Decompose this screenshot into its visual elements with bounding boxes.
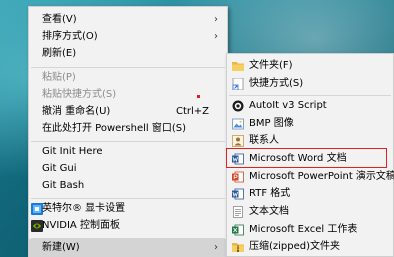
new-item-folder[interactable]: 文件夹(F)	[227, 57, 393, 75]
chevron-right-icon: ›	[214, 14, 218, 25]
new-item-text-document[interactable]: 文本文档	[227, 203, 393, 221]
submenu-item-label: BMP 图像	[249, 118, 294, 129]
menu-item-nvidia-control-panel[interactable]: NVIDIA 控制面板	[29, 217, 227, 235]
new-item-contact[interactable]: 联系人	[227, 132, 393, 150]
annotation-dot	[197, 95, 200, 98]
menu-item-paste[interactable]: 粘贴(P)	[29, 69, 227, 87]
new-item-powerpoint-presentation[interactable]: Microsoft PowerPoint 演示文稿	[227, 168, 394, 186]
word-icon	[232, 153, 244, 165]
new-item-autoit-script[interactable]: AutoIt v3 Script	[227, 97, 393, 115]
shortcut-icon	[232, 78, 244, 90]
new-item-word-document[interactable]: Microsoft Word 文档	[227, 150, 393, 168]
new-item-shortcut[interactable]: 快捷方式(S)	[227, 75, 393, 93]
menu-separator	[31, 141, 225, 142]
desktop-context-menu: 查看(V) › 排序方式(O) › 刷新(E) 粘贴(P) 粘贴快捷方式(S) …	[28, 6, 228, 257]
menu-item-label: 在此处打开 Powershell 窗口(S)	[42, 123, 186, 134]
chevron-right-icon: ›	[214, 31, 218, 42]
excel-icon	[232, 224, 244, 236]
menu-item-label: 粘贴快捷方式(S)	[42, 89, 117, 100]
menu-item-label: 撤消 重命名(U)	[42, 106, 111, 117]
menu-item-label: 粘贴(P)	[42, 72, 76, 83]
menu-item-label: Git Init Here	[42, 146, 103, 157]
menu-item-undo-rename[interactable]: 撤消 重命名(U) Ctrl+Z	[29, 103, 227, 121]
new-item-bmp-image[interactable]: BMP 图像	[227, 115, 393, 133]
new-item-rtf-document[interactable]: RTF 格式	[227, 185, 393, 203]
menu-separator	[31, 198, 225, 199]
menu-item-label: 刷新(E)	[42, 48, 77, 59]
menu-item-sort-by[interactable]: 排序方式(O) ›	[29, 28, 227, 46]
powerpoint-icon	[232, 171, 244, 183]
menu-item-git-init[interactable]: Git Init Here	[29, 143, 227, 161]
submenu-item-label: 快捷方式(S)	[249, 78, 304, 89]
menu-item-intel-graphics[interactable]: 英特尔® 显卡设置	[29, 200, 227, 218]
folder-icon	[232, 62, 244, 71]
zip-folder-icon	[232, 243, 244, 252]
rtf-icon	[232, 188, 244, 200]
menu-item-view[interactable]: 查看(V) ›	[29, 11, 227, 29]
contact-icon	[232, 135, 244, 147]
menu-item-label: 新建(W)	[42, 242, 80, 253]
submenu-item-label: Microsoft PowerPoint 演示文稿	[249, 171, 394, 182]
menu-item-label: 英特尔® 显卡设置	[42, 203, 126, 214]
submenu-item-label: RTF 格式	[249, 188, 291, 199]
autoit-icon	[232, 100, 244, 112]
menu-item-git-bash[interactable]: Git Bash	[29, 177, 227, 195]
text-document-icon	[233, 206, 243, 218]
menu-item-label: 查看(V)	[42, 14, 77, 25]
menu-item-shortcut: Ctrl+Z	[175, 106, 209, 117]
menu-item-label: NVIDIA 控制面板	[42, 220, 120, 231]
bmp-icon	[232, 118, 244, 130]
submenu-item-label: Microsoft Excel 工作表	[249, 224, 358, 235]
new-item-excel-worksheet[interactable]: Microsoft Excel 工作表	[227, 221, 393, 239]
submenu-item-label: 压缩(zipped)文件夹	[249, 241, 341, 252]
submenu-item-label: Microsoft Word 文档	[249, 153, 347, 164]
menu-item-open-powershell[interactable]: 在此处打开 Powershell 窗口(S)	[29, 120, 227, 138]
submenu-item-label: AutoIt v3 Script	[249, 100, 327, 111]
submenu-item-label: 文件夹(F)	[249, 60, 293, 71]
new-item-zip-folder[interactable]: 压缩(zipped)文件夹	[227, 238, 393, 256]
menu-item-new[interactable]: 新建(W) ›	[29, 239, 227, 257]
chevron-right-icon: ›	[214, 242, 218, 253]
submenu-item-label: 联系人	[249, 135, 279, 146]
menu-item-refresh[interactable]: 刷新(E)	[29, 45, 227, 63]
menu-item-label: Git Gui	[42, 163, 77, 174]
menu-item-label: 排序方式(O)	[42, 31, 98, 42]
menu-item-git-gui[interactable]: Git Gui	[29, 160, 227, 178]
menu-item-label: Git Bash	[42, 180, 85, 191]
menu-separator	[229, 95, 391, 96]
new-submenu: 文件夹(F) 快捷方式(S) AutoIt v3 Script BMP 图像 联…	[226, 53, 394, 257]
menu-separator	[31, 67, 225, 68]
submenu-item-label: 文本文档	[249, 206, 289, 217]
